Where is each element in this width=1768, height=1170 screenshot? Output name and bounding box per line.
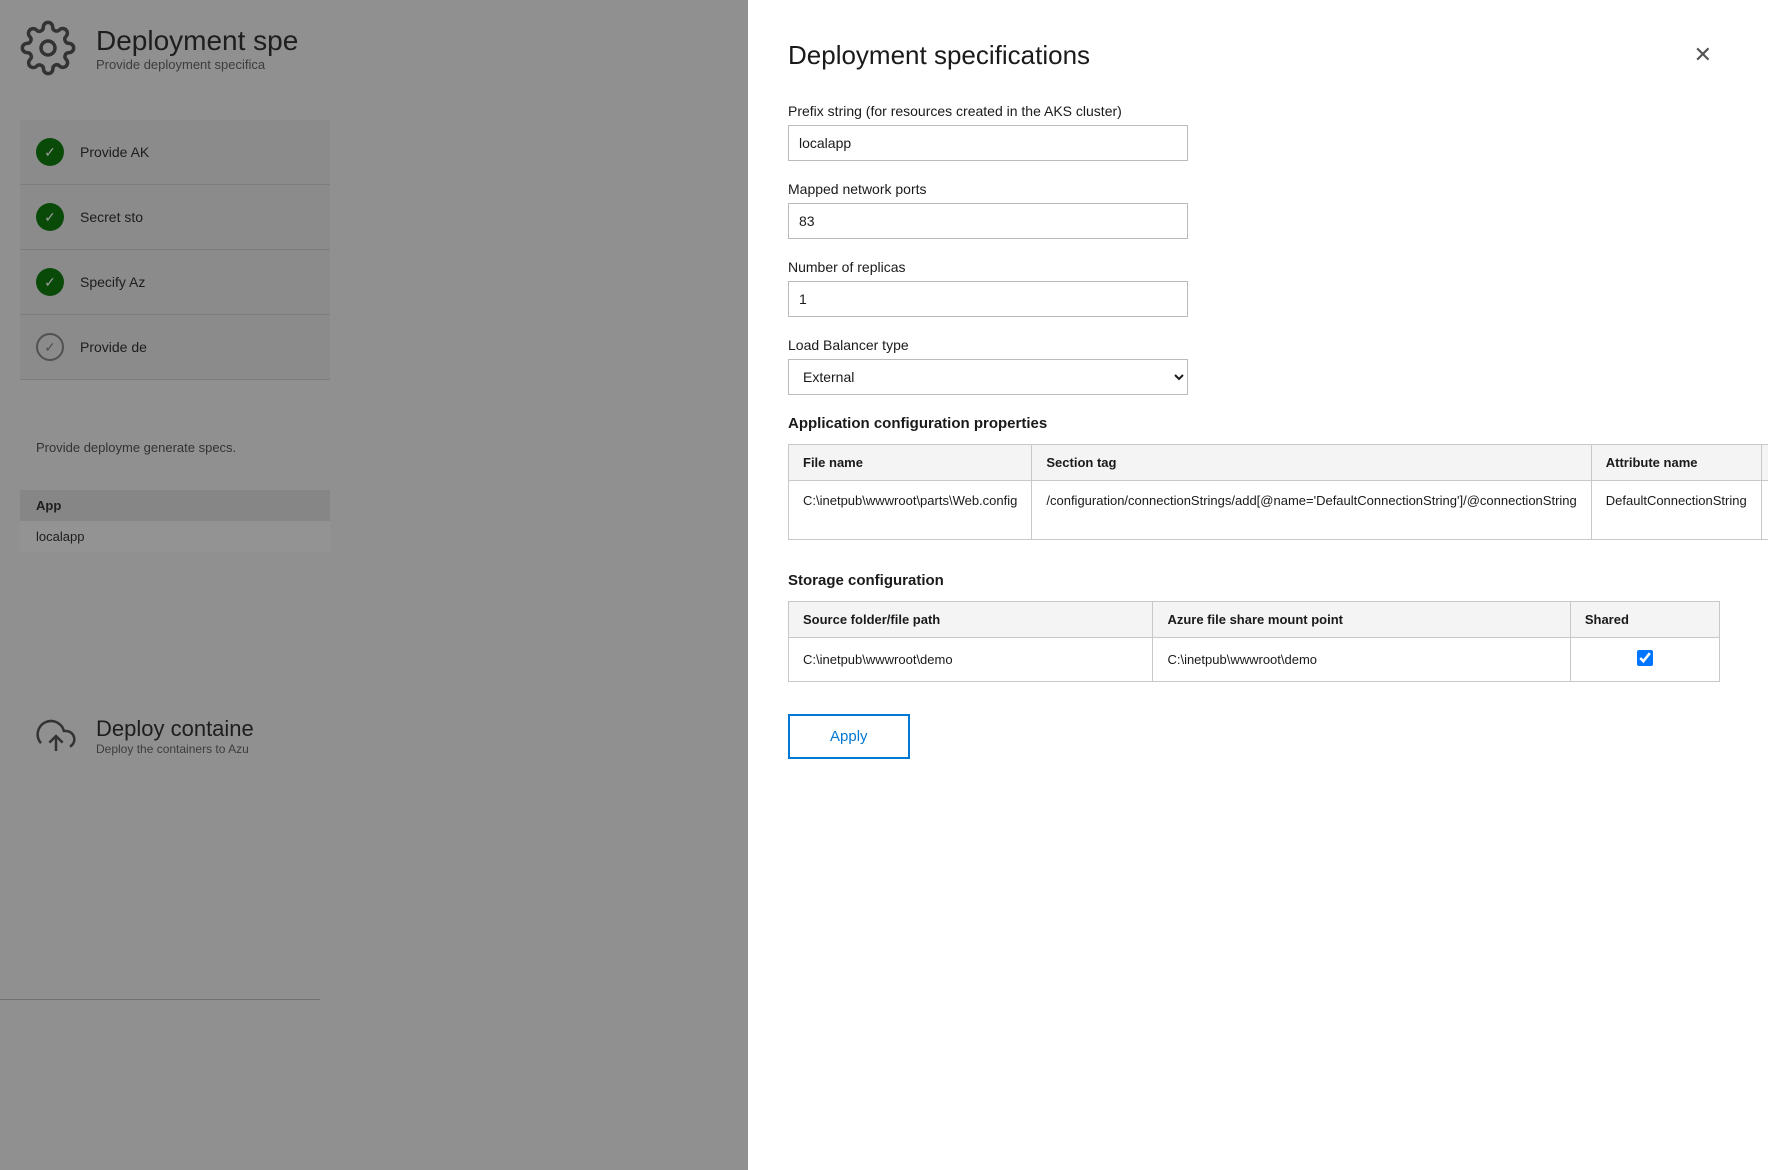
cell-source-path: C:\inetpub\wwwroot\demo: [789, 638, 1153, 682]
replicas-label: Number of replicas: [788, 259, 1720, 275]
dialog-header: Deployment specifications ✕: [788, 40, 1720, 71]
app-config-section-title: Application configuration properties: [788, 415, 1720, 432]
cell-mount-point: C:\inetpub\wwwroot\demo: [1153, 638, 1570, 682]
col-attrvalue: Attribute value: [1761, 445, 1768, 481]
replicas-group: Number of replicas: [788, 259, 1720, 317]
replicas-input[interactable]: [788, 281, 1188, 317]
shared-checkbox[interactable]: [1637, 650, 1653, 666]
storage-table: Source folder/file path Azure file share…: [788, 601, 1720, 682]
cell-filename: C:\inetpub\wwwroot\parts\Web.config: [789, 481, 1032, 540]
lb-group: Load Balancer type External Internal Non…: [788, 337, 1720, 395]
ports-label: Mapped network ports: [788, 181, 1720, 197]
storage-header-row: Source folder/file path Azure file share…: [789, 602, 1720, 638]
cell-shared: [1570, 638, 1719, 682]
ports-input[interactable]: [788, 203, 1188, 239]
prefix-label: Prefix string (for resources created in …: [788, 103, 1720, 119]
col-filename: File name: [789, 445, 1032, 481]
storage-row-1: C:\inetpub\wwwroot\demo C:\inetpub\wwwro…: [789, 638, 1720, 682]
col-shared: Shared: [1570, 602, 1719, 638]
cell-attrvalue: [1761, 481, 1768, 540]
prefix-input[interactable]: [788, 125, 1188, 161]
col-mount-point: Azure file share mount point: [1153, 602, 1570, 638]
prefix-group: Prefix string (for resources created in …: [788, 103, 1720, 161]
lb-label: Load Balancer type: [788, 337, 1720, 353]
storage-section-title: Storage configuration: [788, 572, 1720, 589]
app-config-header-row: File name Section tag Attribute name Att…: [789, 445, 1768, 481]
close-button[interactable]: ✕: [1686, 40, 1720, 70]
col-attrname: Attribute name: [1591, 445, 1761, 481]
col-sectiontag: Section tag: [1032, 445, 1591, 481]
apply-button[interactable]: Apply: [788, 714, 910, 759]
col-source-path: Source folder/file path: [789, 602, 1153, 638]
app-config-table: File name Section tag Attribute name Att…: [788, 444, 1768, 540]
dialog: Deployment specifications ✕ Prefix strin…: [748, 0, 1768, 1170]
cell-attrname: DefaultConnectionString: [1591, 481, 1761, 540]
cell-sectiontag: /configuration/connectionStrings/add[@na…: [1032, 481, 1591, 540]
dialog-title: Deployment specifications: [788, 40, 1090, 71]
app-config-row-1: C:\inetpub\wwwroot\parts\Web.config /con…: [789, 481, 1768, 540]
lb-select[interactable]: External Internal None: [788, 359, 1188, 395]
ports-group: Mapped network ports: [788, 181, 1720, 239]
